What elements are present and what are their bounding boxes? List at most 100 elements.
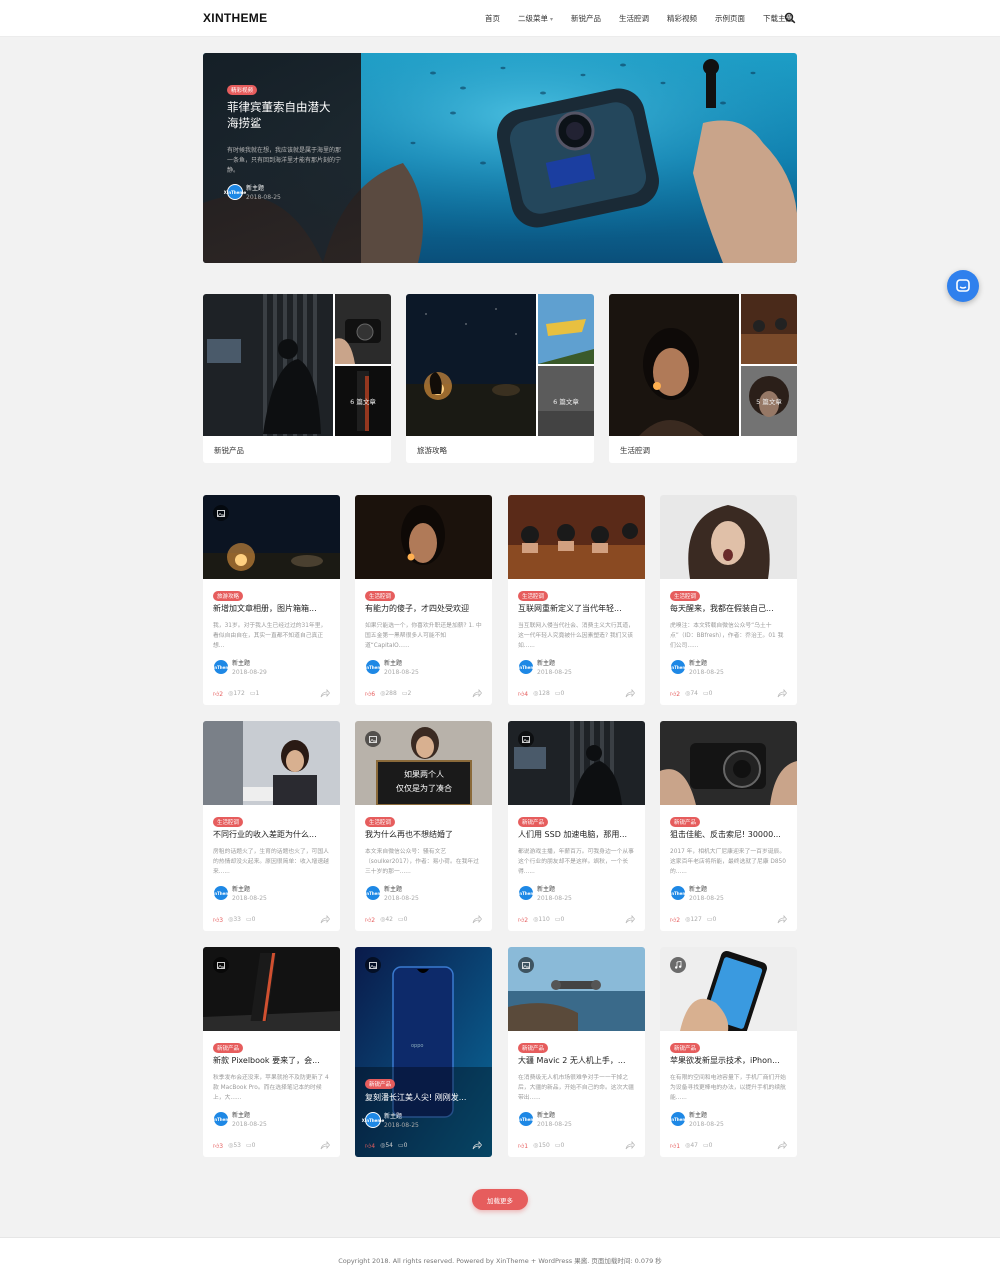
comment-count[interactable]: ▭1 (250, 690, 260, 698)
nav-item-life[interactable]: 生活腔调 (619, 13, 649, 24)
author-avatar[interactable]: XinTheme (210, 885, 232, 901)
post-category-tag[interactable]: 旅游攻略 (213, 591, 244, 601)
category-label[interactable]: 生活腔调 (620, 445, 650, 456)
post-title[interactable]: 互联网重新定义了当代年轻... (518, 603, 636, 614)
post-title[interactable]: 有能力的傻子，才四处受欢迎 (365, 603, 483, 614)
share-icon[interactable] (777, 688, 787, 698)
post-category-tag[interactable]: 生活腔调 (518, 591, 549, 601)
category-card-life[interactable]: 5 篇文章 生活腔调 (609, 294, 797, 463)
category-card-products[interactable]: 6 篇文章 新锐产品 (203, 294, 391, 463)
post-category-tag[interactable]: 生活腔调 (365, 817, 396, 827)
author-name[interactable]: 新主题 (537, 1111, 572, 1120)
search-icon[interactable] (784, 12, 796, 24)
nav-item-home[interactable]: 首页 (485, 13, 500, 24)
post-title[interactable]: 大疆 Mavic 2 无人机上手，... (518, 1055, 636, 1066)
post-title[interactable]: 复刻潘长江美人尖! 刚刚发... (365, 1092, 483, 1103)
like-count[interactable]: 👍︎6 (365, 690, 375, 698)
share-icon[interactable] (625, 688, 635, 698)
author-avatar[interactable]: XinTheme (515, 885, 537, 901)
like-count[interactable]: 👍︎1 (518, 1142, 528, 1150)
featured-title[interactable]: 菲律宾董索自由潜大海捞鲨 (227, 99, 339, 131)
comment-count[interactable]: ▭0 (555, 690, 565, 698)
author-name[interactable]: 新主题 (689, 659, 724, 668)
share-icon[interactable] (777, 914, 787, 924)
author-name[interactable]: 新主题 (689, 885, 724, 894)
author-avatar[interactable]: XinTheme (667, 1111, 689, 1127)
category-label[interactable]: 新锐产品 (214, 445, 244, 456)
post-card[interactable]: 新锐产品 苹果欲发新显示技术，iPhon... 在有限的空间和电池容量下，手机厂商们… (660, 947, 797, 1157)
author-name[interactable]: 新主题 (384, 1112, 419, 1121)
author-avatar[interactable]: XinTheme (210, 1111, 232, 1127)
author-name[interactable]: 新主题 (232, 659, 267, 668)
share-icon[interactable] (320, 1140, 330, 1150)
like-count[interactable]: 👍︎2 (670, 916, 680, 924)
post-category-tag[interactable]: 生活腔调 (670, 591, 701, 601)
category-label[interactable]: 旅游攻略 (417, 445, 447, 456)
author-name[interactable]: 新主题 (537, 885, 572, 894)
post-title[interactable]: 新增加文章相册，图片箱箱... (213, 603, 331, 614)
share-icon[interactable] (472, 1140, 482, 1150)
like-count[interactable]: 👍︎1 (670, 1142, 680, 1150)
share-icon[interactable] (625, 1140, 635, 1150)
like-count[interactable]: 👍︎2 (518, 916, 528, 924)
share-icon[interactable] (320, 914, 330, 924)
post-category-tag[interactable]: 生活腔调 (213, 817, 244, 827)
post-card[interactable]: 生活腔调 不同行业的收入差距为什么... 房租的话题火了，生育的话题也火了，可国人的… (203, 721, 340, 931)
comment-count[interactable]: ▭0 (703, 1142, 713, 1150)
author-name[interactable]: 新主题 (384, 885, 419, 894)
author-avatar[interactable]: XinTheme (210, 659, 232, 675)
author-name[interactable]: 新主题 (232, 1111, 267, 1120)
author-avatar[interactable]: XinTheme (224, 184, 246, 200)
post-title[interactable]: 狙击佳能、反击索尼! 30000... (670, 829, 788, 840)
comment-count[interactable]: ▭2 (402, 690, 412, 698)
post-category-tag[interactable]: 新锐产品 (213, 1043, 244, 1053)
share-icon[interactable] (625, 914, 635, 924)
comment-count[interactable]: ▭0 (703, 690, 713, 698)
post-category-tag[interactable]: 新锐产品 (670, 1043, 701, 1053)
post-title[interactable]: 每天醒来，我都在假装自己... (670, 603, 788, 614)
post-category-tag[interactable]: 新锐产品 (365, 1079, 396, 1089)
like-count[interactable]: 👍︎4 (518, 690, 528, 698)
author-avatar[interactable]: XinTheme (362, 1112, 384, 1128)
like-count[interactable]: 👍︎2 (213, 690, 223, 698)
post-card[interactable]: 生活腔调 有能力的傻子，才四处受欢迎 如果只能选一个，你喜欢升职还是加薪? 1. 中… (355, 495, 492, 705)
nav-item-products[interactable]: 新锐产品 (571, 13, 601, 24)
post-category-tag[interactable]: 生活腔调 (365, 591, 396, 601)
share-icon[interactable] (320, 688, 330, 698)
post-title[interactable]: 不同行业的收入差距为什么... (213, 829, 331, 840)
share-icon[interactable] (777, 1140, 787, 1150)
load-more-button[interactable]: 加载更多 (472, 1189, 528, 1210)
comment-count[interactable]: ▭0 (246, 1142, 256, 1150)
post-category-tag[interactable]: 新锐产品 (518, 1043, 549, 1053)
post-title[interactable]: 新款 Pixelbook 要来了，会... (213, 1055, 331, 1066)
like-count[interactable]: 👍︎3 (213, 1142, 223, 1150)
author-avatar[interactable]: XinTheme (362, 885, 384, 901)
author-name[interactable]: 新主题 (384, 659, 419, 668)
like-count[interactable]: 👍︎2 (670, 690, 680, 698)
nav-item-videos[interactable]: 精彩视频 (667, 13, 697, 24)
author-name[interactable]: 新主题 (537, 659, 572, 668)
author-name[interactable]: 新主题 (232, 885, 267, 894)
author-avatar[interactable]: XinTheme (667, 885, 689, 901)
comment-count[interactable]: ▭0 (555, 916, 565, 924)
post-card[interactable]: 旅游攻略 新增加文章相册，图片箱箱... 我，31岁。对于我人生已经过过的31年里，… (203, 495, 340, 705)
comment-count[interactable]: ▭0 (398, 916, 408, 924)
comment-count[interactable]: ▭0 (555, 1142, 565, 1150)
site-logo[interactable]: XINTHEME (203, 11, 267, 25)
post-card[interactable]: 生活腔调 互联网重新定义了当代年轻... 当互联网入侵当代社会、消费主义大行其道，这… (508, 495, 645, 705)
post-category-tag[interactable]: 新锐产品 (670, 817, 701, 827)
author-avatar[interactable]: XinTheme (515, 659, 537, 675)
author-avatar[interactable]: XinTheme (362, 659, 384, 675)
post-title[interactable]: 苹果欲发新显示技术，iPhon... (670, 1055, 788, 1066)
post-card[interactable]: 新锐产品 大疆 Mavic 2 无人机上手，... 在消费级无人机市场很难争对手一一… (508, 947, 645, 1157)
post-card[interactable]: oppo 新锐产品 复刻潘长江美人尖! 刚刚发... XinTheme 新主题 2018-… (355, 947, 492, 1157)
nav-item-submenu[interactable]: 二级菜单 ▾ (518, 13, 553, 24)
author-avatar[interactable]: XinTheme (515, 1111, 537, 1127)
like-count[interactable]: 👍︎2 (365, 916, 375, 924)
featured-post[interactable]: 精彩视频 菲律宾董索自由潜大海捞鲨 有时候我就在想，我应该就是属于海里的那一条鱼… (203, 53, 797, 263)
comment-count[interactable]: ▭0 (398, 1142, 408, 1150)
featured-category-tag[interactable]: 精彩视频 (227, 85, 258, 95)
like-count[interactable]: 👍︎4 (365, 1142, 375, 1150)
category-card-travel[interactable]: 6 篇文章 旅游攻略 (406, 294, 594, 463)
post-title[interactable]: 我为什么再也不想结婚了 (365, 829, 483, 840)
